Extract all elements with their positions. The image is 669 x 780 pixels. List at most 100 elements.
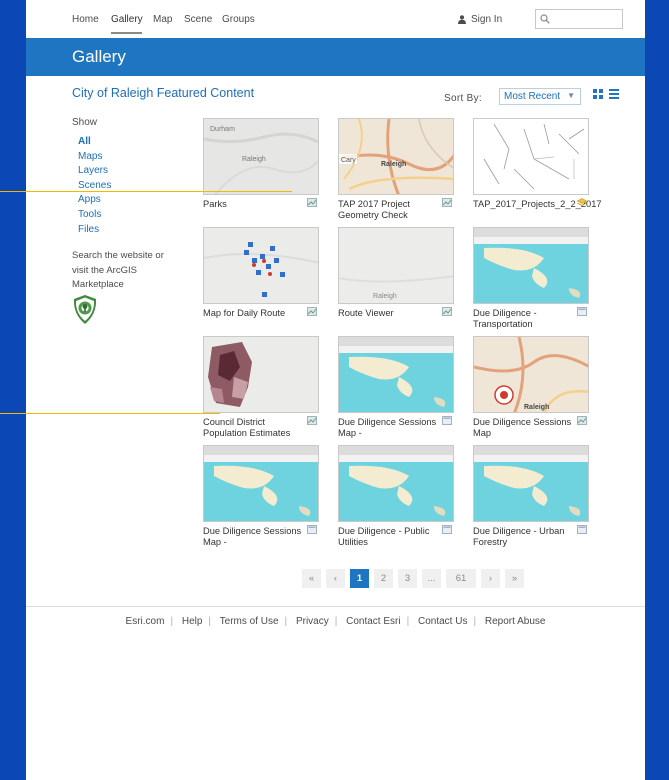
item-thumbnail[interactable] [473,118,589,195]
page-title: Gallery [72,47,126,66]
filter-tools[interactable]: Tools [78,208,111,223]
chevron-down-icon: ▼ [567,91,575,100]
map-label: Raleigh [242,156,266,163]
filter-layers[interactable]: Layers [78,164,111,179]
footer-separator: | [473,616,477,627]
item-thumbnail[interactable]: Durham Raleigh [203,118,319,195]
map-label: Raleigh [381,161,406,168]
sort-select-value: Most Recent [504,91,561,102]
map-label: Raleigh [373,293,397,300]
map-label: Durham [210,126,235,133]
prev-page-button[interactable]: ‹ [326,569,345,588]
app-type-icon [442,525,452,534]
nav-home[interactable]: Home [72,14,99,25]
item-thumbnail[interactable] [338,336,454,413]
item-title[interactable]: Route Viewer [338,308,438,319]
sort-by-label: Sort By: [444,93,482,104]
search-icon [540,14,550,24]
map-type-icon [307,307,317,316]
footer-link-report-abuse[interactable]: Report Abuse [485,616,546,627]
nav-map[interactable]: Map [153,14,172,25]
item-thumbnail[interactable] [473,227,589,304]
filter-all[interactable]: All [78,135,111,150]
user-icon [458,15,466,24]
page-1-button[interactable]: 1 [350,569,369,588]
first-page-button[interactable]: « [302,569,321,588]
item-title[interactable]: Due Diligence - Public Utilities [338,526,438,548]
sign-in-link[interactable]: Sign In [458,14,502,25]
page-2-button[interactable]: 2 [374,569,393,588]
map-type-icon [577,416,587,425]
page-ellipsis: ... [422,569,441,588]
footer-link-help[interactable]: Help [182,616,203,627]
item-thumbnail[interactable] [203,227,319,304]
item-thumbnail[interactable] [203,336,319,413]
item-title[interactable]: Due Diligence Sessions Map [473,417,573,439]
filter-apps[interactable]: Apps [78,193,111,208]
app-type-icon [577,525,587,534]
list-view-icon[interactable] [609,89,619,99]
app-type-icon [577,307,587,316]
sign-in-label: Sign In [471,14,503,25]
page-61-button[interactable]: 61 [446,569,476,588]
item-thumbnail[interactable]: Raleigh [338,227,454,304]
item-title[interactable]: TAP_2017_Projects_2_2_2017 [473,199,602,210]
sort-select[interactable]: Most Recent ▼ [499,88,581,105]
city-seal-logo [73,295,97,324]
page: Home Gallery Map Scene Groups Sign In Ga… [26,0,645,780]
map-type-icon [442,198,452,207]
layer-type-icon [577,198,587,206]
nav-groups[interactable]: Groups [222,14,255,25]
show-label: Show [72,117,98,128]
item-thumbnail[interactable] [473,445,589,522]
item-title[interactable]: Due Diligence Sessions Map - [338,417,438,439]
grid-view-icon[interactable] [593,89,603,99]
pagination: « ‹ 1 2 3 ... 61 › » [302,569,524,588]
item-title[interactable]: Council District Population Estimates [203,417,303,439]
item-title[interactable]: Map for Daily Route [203,308,303,319]
footer-link-terms[interactable]: Terms of Use [220,616,279,627]
footer-link-esri[interactable]: Esri.com [126,616,165,627]
next-page-button[interactable]: › [481,569,500,588]
app-type-icon [442,416,452,425]
search-note: Search the website or visit the ArcGIS M… [72,250,164,290]
map-label: Raleigh [524,404,549,411]
item-thumbnail[interactable] [203,445,319,522]
footer-link-privacy[interactable]: Privacy [296,616,329,627]
map-label: Cary [341,157,356,164]
item-title[interactable]: Due Diligence - Urban Forestry [473,526,573,548]
nav-scene[interactable]: Scene [184,14,212,25]
footer-link-contact-esri[interactable]: Contact Esri [346,616,400,627]
item-title[interactable]: Parks [203,199,303,210]
gallery-banner: Gallery [26,38,645,76]
app-type-icon [307,525,317,534]
footer-divider [26,606,645,607]
nav-gallery[interactable]: Gallery [111,14,143,25]
callout-line [0,413,220,414]
footer-separator: | [284,616,288,627]
item-thumbnail[interactable]: Cary Raleigh [338,118,454,195]
map-type-icon [307,416,317,425]
item-title[interactable]: TAP 2017 Project Geometry Check [338,199,438,221]
footer-separator: | [406,616,410,627]
footer-separator: | [170,616,174,627]
content-type-filters: All Maps Layers Scenes Apps Tools Files [78,135,111,237]
last-page-button[interactable]: » [505,569,524,588]
nav-active-indicator [111,32,142,34]
item-thumbnail[interactable] [338,445,454,522]
footer-separator: | [208,616,212,627]
map-type-icon [307,198,317,207]
filter-files[interactable]: Files [78,223,111,238]
item-title[interactable]: Due Diligence - Transportation [473,308,573,330]
page-3-button[interactable]: 3 [398,569,417,588]
map-type-icon [442,307,452,316]
item-thumbnail[interactable]: Raleigh [473,336,589,413]
filter-maps[interactable]: Maps [78,150,111,165]
search-input[interactable] [535,9,623,29]
footer-link-contact-us[interactable]: Contact Us [418,616,467,627]
callout-line [0,191,292,192]
footer: Esri.com | Help | Terms of Use | Privacy | C… [26,616,645,627]
item-title[interactable]: Due Diligence Sessions Map - [203,526,303,548]
footer-separator: | [334,616,338,627]
top-navigation: Home Gallery Map Scene Groups Sign In [26,0,645,38]
